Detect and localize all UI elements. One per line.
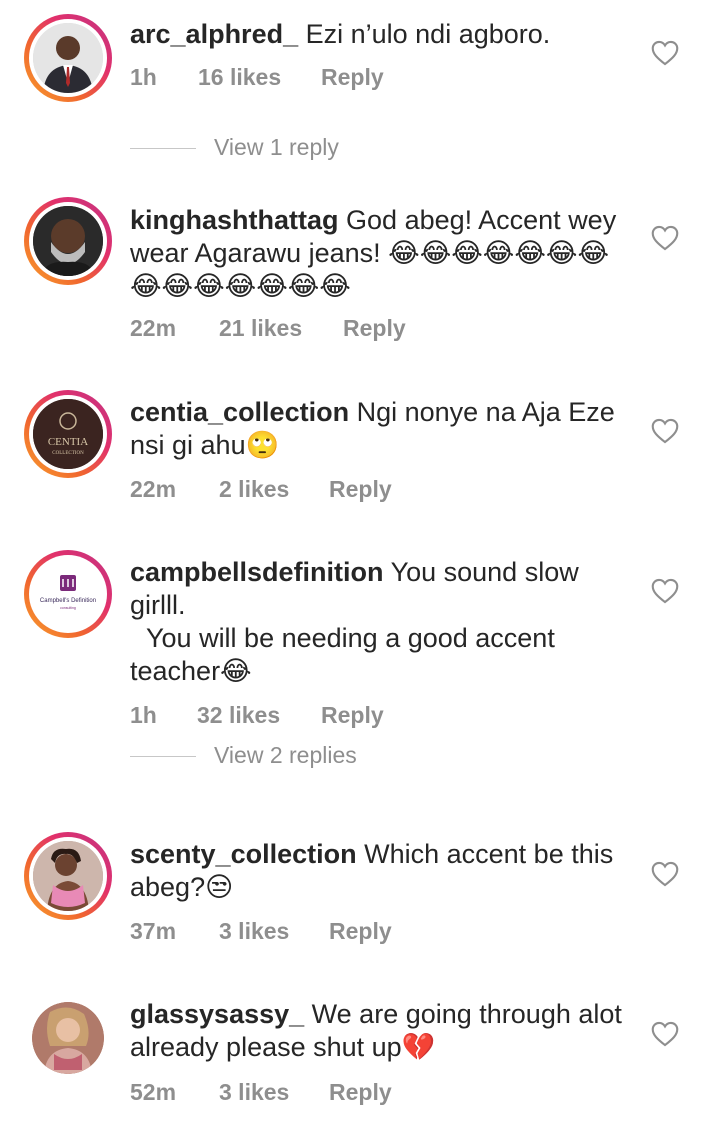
comment-username[interactable]: kinghashthattag	[130, 205, 339, 235]
avatar-story-ring[interactable]	[24, 994, 112, 1082]
comment-meta: 22m 2 likes Reply	[130, 476, 392, 503]
avatar	[29, 19, 107, 97]
svg-text:consulting: consulting	[60, 606, 76, 610]
comment-username[interactable]: campbellsdefinition	[130, 557, 384, 587]
comment-likes[interactable]: 3 likes	[219, 1079, 329, 1106]
comment-likes[interactable]: 2 likes	[219, 476, 329, 503]
divider	[130, 148, 196, 150]
reply-button[interactable]: Reply	[321, 64, 384, 91]
heart-icon[interactable]	[651, 225, 679, 251]
comment-body: Ezi n’ulo ndi agboro.	[305, 19, 551, 49]
heart-icon[interactable]	[651, 578, 679, 604]
comment-text: centia_collection Ngi nonye na Aja Eze n…	[130, 396, 620, 462]
comment-likes[interactable]: 16 likes	[198, 64, 321, 91]
comment-likes[interactable]: 3 likes	[219, 918, 329, 945]
avatar-logo-text: CENTIA	[48, 436, 88, 448]
avatar	[32, 1002, 104, 1074]
reply-button[interactable]: Reply	[329, 1079, 392, 1106]
comment-time: 52m	[130, 1079, 177, 1105]
avatar-story-ring[interactable]: Campbell's Definition consulting	[24, 550, 112, 638]
comment-meta: 1h 32 likes Reply	[130, 702, 384, 729]
heart-icon[interactable]	[651, 40, 679, 66]
comment-text: arc_alphred_ Ezi n’ulo ndi agboro.	[130, 18, 630, 51]
avatar-story-ring[interactable]	[24, 832, 112, 920]
heart-icon[interactable]	[651, 861, 679, 887]
comment-username[interactable]: centia_collection	[130, 397, 349, 427]
comment-meta: 1h 16 likes Reply	[130, 64, 384, 91]
comment-meta: 37m 3 likes Reply	[130, 918, 392, 945]
comment-meta: 52m 3 likes Reply	[130, 1079, 392, 1106]
view-replies-label[interactable]: View 1 reply	[214, 134, 339, 160]
comment-likes[interactable]: 32 likes	[197, 702, 321, 729]
comment-meta: 22m 21 likes Reply	[130, 315, 406, 342]
comment-time: 37m	[130, 918, 177, 944]
avatar: CENTIA COLLECTION	[29, 395, 107, 473]
avatar-story-ring[interactable]	[24, 197, 112, 285]
view-replies-label[interactable]: View 2 replies	[214, 742, 357, 768]
avatar	[29, 837, 107, 915]
comment-time: 1h	[130, 64, 157, 90]
heart-icon[interactable]	[651, 418, 679, 444]
comment-text: kinghashthattag God abeg! Accent wey wea…	[130, 204, 620, 303]
avatar	[29, 202, 107, 280]
svg-text:COLLECTION: COLLECTION	[52, 451, 84, 456]
comment-username[interactable]: arc_alphred_	[130, 19, 298, 49]
reply-button[interactable]: Reply	[329, 476, 392, 503]
view-replies-button[interactable]: View 2 replies	[130, 742, 357, 769]
comment-text: scenty_collection Which accent be this a…	[130, 838, 620, 904]
comment-time: 22m	[130, 476, 177, 502]
comment-likes[interactable]: 21 likes	[219, 315, 343, 342]
comment-time: 22m	[130, 315, 177, 341]
comment-text: glassysassy_ We are going through alot a…	[130, 998, 630, 1064]
avatar-story-ring[interactable]: CENTIA COLLECTION	[24, 390, 112, 478]
heart-icon[interactable]	[651, 1021, 679, 1047]
avatar: Campbell's Definition consulting	[29, 555, 107, 633]
comment-body-line: You will be needing a good accent teache…	[130, 623, 555, 686]
reply-button[interactable]: Reply	[329, 918, 392, 945]
comment-time: 1h	[130, 702, 157, 728]
reply-button[interactable]: Reply	[321, 702, 384, 729]
comment-text: campbellsdefinition You sound slow girll…	[130, 556, 600, 688]
comment-username[interactable]: glassysassy_	[130, 999, 304, 1029]
comment-username[interactable]: scenty_collection	[130, 839, 357, 869]
svg-text:Campbell's Definition: Campbell's Definition	[40, 598, 96, 604]
view-replies-button[interactable]: View 1 reply	[130, 134, 339, 161]
divider	[130, 756, 196, 758]
avatar-story-ring[interactable]	[24, 14, 112, 102]
reply-button[interactable]: Reply	[343, 315, 406, 342]
